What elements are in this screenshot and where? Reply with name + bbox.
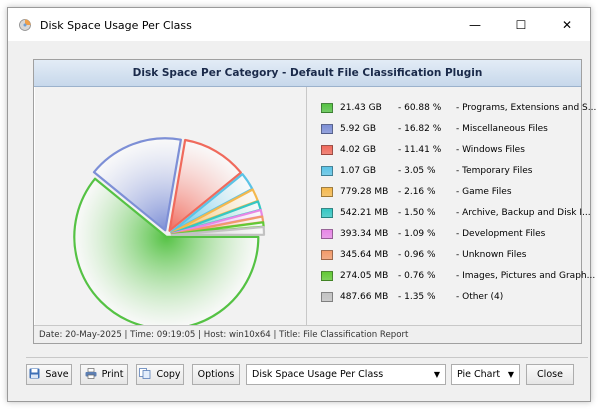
legend-item: 393.34 MB - 1.09 % - Development Files	[321, 227, 596, 241]
legend-size: 345.64 MB	[340, 250, 389, 260]
legend-size: 5.92 GB	[340, 124, 377, 134]
chevron-down-icon: ▼	[433, 370, 440, 379]
legend-percent: - 3.05 %	[398, 166, 436, 176]
legend-label: - Windows Files	[456, 145, 525, 155]
legend-percent: - 0.76 %	[398, 271, 436, 281]
options-label: Options	[197, 369, 235, 380]
maximize-button[interactable]: ☐	[498, 8, 544, 41]
legend-item: 1.07 GB - 3.05 % - Temporary Files	[321, 164, 596, 178]
legend-size: 21.43 GB	[340, 103, 382, 113]
legend-swatch	[321, 145, 333, 155]
legend-item: 274.05 MB - 0.76 % - Images, Pictures and …	[321, 269, 596, 283]
legend-label: - Archive, Backup and Disk I...	[456, 208, 591, 218]
legend-percent: - 0.96 %	[398, 250, 436, 260]
legend-swatch	[321, 250, 333, 260]
legend-label: - Programs, Extensions and S...	[456, 103, 596, 113]
legend-swatch	[321, 271, 333, 281]
copy-label: Copy	[156, 369, 181, 380]
legend-size: 4.02 GB	[340, 145, 377, 155]
legend: 21.43 GB - 60.88 % - Programs, Extensions …	[307, 87, 596, 325]
legend-item: 779.28 MB - 2.16 % - Game Files	[321, 185, 596, 199]
print-label: Print	[101, 369, 124, 380]
legend-percent: - 1.50 %	[398, 208, 436, 218]
legend-label: - Development Files	[456, 229, 546, 239]
legend-size: 393.34 MB	[340, 229, 389, 239]
legend-item: 542.21 MB - 1.50 % - Archive, Backup and D…	[321, 206, 596, 220]
legend-item: 345.64 MB - 0.96 % - Unknown Files	[321, 248, 596, 262]
legend-swatch	[321, 124, 333, 134]
legend-label: - Unknown Files	[456, 250, 527, 260]
report-type-select[interactable]: Disk Space Usage Per Class ▼	[246, 364, 446, 385]
save-label: Save	[45, 369, 69, 380]
chevron-down-icon: ▼	[507, 370, 514, 379]
close-icon: ✕	[561, 17, 573, 32]
minimize-icon: —	[469, 17, 481, 32]
legend-size: 487.66 MB	[340, 292, 389, 302]
printer-icon	[85, 367, 97, 382]
save-button[interactable]: Save	[26, 364, 72, 385]
copy-button[interactable]: Copy	[136, 364, 184, 385]
legend-percent: - 1.09 %	[398, 229, 436, 239]
chart-panel: Disk Space Per Category - Default File C…	[33, 59, 596, 344]
report-window: Disk Space Usage Per Class — ☐ ✕ Disk Sp…	[7, 7, 596, 402]
legend-percent: - 2.16 %	[398, 187, 436, 197]
legend-swatch	[321, 187, 333, 197]
save-icon	[29, 368, 40, 382]
legend-percent: - 11.41 %	[398, 145, 442, 155]
legend-item: 4.02 GB - 11.41 % - Windows Files	[321, 143, 596, 157]
legend-swatch	[321, 166, 333, 176]
window-title: Disk Space Usage Per Class	[40, 19, 192, 32]
report-status-line: Date: 20-May-2025 | Time: 09:19:05 | Hos…	[34, 325, 581, 343]
chart-type-select[interactable]: Pie Chart ▼	[451, 364, 520, 385]
close-window-button[interactable]: ✕	[544, 8, 590, 41]
options-button[interactable]: Options	[192, 364, 240, 385]
legend-size: 274.05 MB	[340, 271, 389, 281]
legend-swatch	[321, 103, 333, 113]
legend-size: 779.28 MB	[340, 187, 389, 197]
close-button[interactable]: Close	[526, 364, 574, 385]
legend-label: - Miscellaneous Files	[456, 124, 548, 134]
footer-separator	[26, 357, 588, 358]
title-bar: Disk Space Usage Per Class — ☐ ✕	[8, 8, 590, 41]
legend-size: 542.21 MB	[340, 208, 389, 218]
legend-item: 5.92 GB - 16.82 % - Miscellaneous Files	[321, 122, 596, 136]
legend-label: - Game Files	[456, 187, 512, 197]
legend-size: 1.07 GB	[340, 166, 377, 176]
minimize-button[interactable]: —	[452, 8, 498, 41]
legend-label: - Temporary Files	[456, 166, 533, 176]
pie-chart-area	[35, 87, 306, 330]
legend-swatch	[321, 229, 333, 239]
legend-percent: - 16.82 %	[398, 124, 442, 134]
legend-percent: - 60.88 %	[398, 103, 442, 113]
maximize-icon: ☐	[515, 17, 527, 32]
legend-swatch	[321, 208, 333, 218]
pie-chart	[73, 137, 266, 330]
legend-item: 21.43 GB - 60.88 % - Programs, Extensions …	[321, 101, 596, 115]
legend-percent: - 1.35 %	[398, 292, 436, 302]
legend-label: - Images, Pictures and Graph...	[456, 271, 596, 281]
report-type-value: Disk Space Usage Per Class	[252, 369, 384, 380]
copy-icon	[139, 367, 151, 382]
legend-label: - Other (4)	[456, 292, 504, 302]
legend-item: 487.66 MB - 1.35 % - Other (4)	[321, 290, 596, 304]
close-label: Close	[537, 369, 563, 380]
app-icon	[19, 19, 31, 31]
print-button[interactable]: Print	[80, 364, 128, 385]
chart-title: Disk Space Per Category - Default File C…	[34, 60, 581, 87]
legend-swatch	[321, 292, 333, 302]
chart-type-value: Pie Chart	[457, 369, 501, 380]
